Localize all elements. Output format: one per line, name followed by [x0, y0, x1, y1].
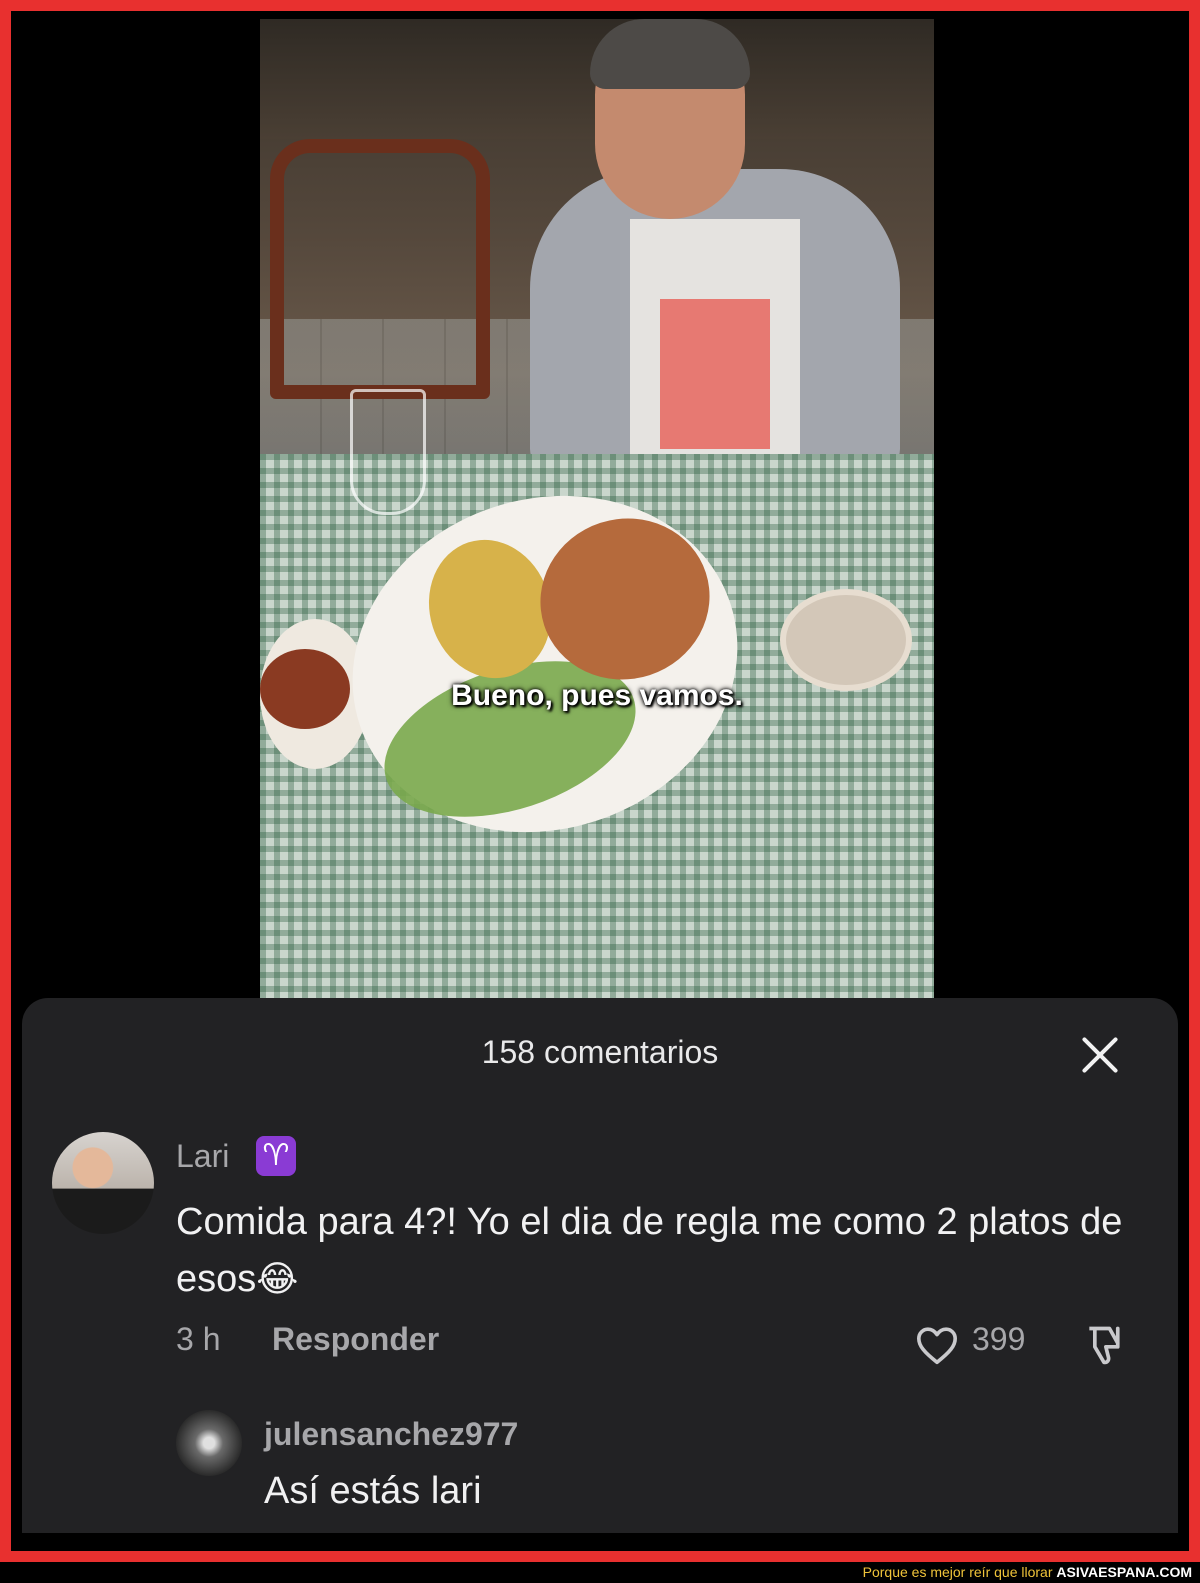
video-area: Bueno, pues vamos. — [11, 11, 1189, 1011]
heart-icon — [916, 1327, 957, 1365]
comment-text-body: Comida para 4?! Yo el dia de regla me co… — [176, 1201, 1123, 1300]
comment-text: Comida para 4?! Yo el dia de regla me co… — [176, 1194, 1136, 1308]
like-count: 399 — [972, 1321, 1026, 1357]
video-shirt-print — [660, 299, 770, 449]
comment-timestamp: 3 h — [176, 1321, 221, 1357]
reply-avatar[interactable] — [176, 1410, 242, 1476]
close-icon[interactable] — [1078, 1033, 1122, 1077]
comments-header: 158 comentarios — [22, 1028, 1178, 1078]
like-button[interactable]: 399 — [914, 1321, 1044, 1365]
footer-site[interactable]: ASIVAESPANA.COM — [1056, 1564, 1192, 1580]
comments-count: 158 comentarios — [481, 1034, 719, 1070]
comment-username[interactable]: Lari — [176, 1138, 229, 1175]
video-bowl — [780, 589, 912, 691]
aries-icon: ♈ — [256, 1136, 296, 1176]
video-chair — [270, 139, 490, 399]
video-player[interactable]: Bueno, pues vamos. — [260, 19, 934, 1006]
footer-tagline: Porque es mejor reír que llorar — [862, 1564, 1053, 1580]
video-wine-glass — [350, 389, 426, 515]
comment-actions: 3 h Responder 399 — [176, 1321, 1136, 1365]
avatar[interactable] — [52, 1132, 154, 1234]
reply-button[interactable]: Responder — [272, 1321, 439, 1358]
comments-sheet: 158 comentarios Lari ♈ Comida para 4?! Y… — [22, 998, 1178, 1533]
laughing-emoji-icon: 😂 — [256, 1259, 299, 1300]
video-subtitle: Bueno, pues vamos. — [451, 679, 743, 712]
thumbs-down-icon[interactable] — [1080, 1323, 1128, 1367]
reply-username[interactable]: julensanchez977 — [264, 1416, 518, 1453]
reply-text: Así estás lari — [264, 1470, 482, 1512]
video-person-hair — [590, 19, 750, 89]
watermark-footer: Porque es mejor reír que llorar ASIVAESP… — [0, 1562, 1200, 1583]
